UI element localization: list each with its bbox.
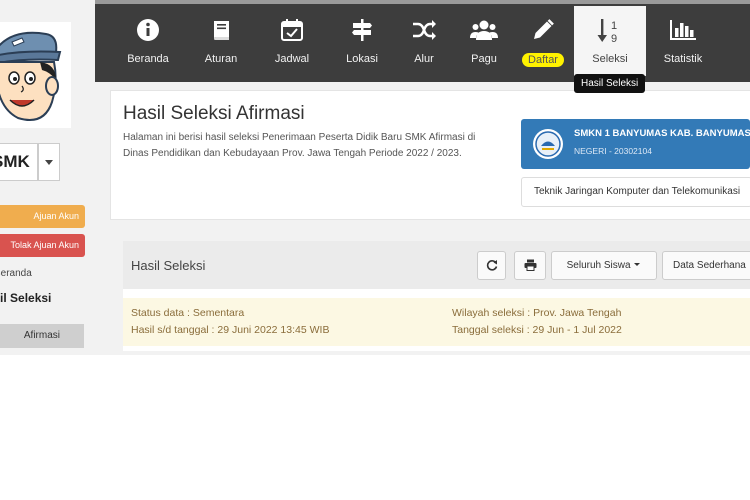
caret-down-icon <box>634 263 641 266</box>
pencil-icon <box>534 19 554 39</box>
data-view-dropdown[interactable]: Data Sederhana <box>662 251 750 280</box>
nav-label-pagu: Pagu <box>471 53 497 65</box>
signpost-icon <box>352 19 372 41</box>
tolak-ajuan-akun-label: Tolak Ajuan Akun <box>10 240 79 250</box>
svg-text:9: 9 <box>611 33 617 44</box>
nav-label-seleksi: Seleksi <box>592 53 628 65</box>
top-navbar: Beranda Aturan Jadwal Lokasi Alur Pagu D… <box>95 0 750 82</box>
program-select[interactable]: Teknik Jaringan Komputer dan Telekomunik… <box>521 177 750 207</box>
nav-label-daftar: Daftar <box>522 53 564 67</box>
nav-item-seleksi[interactable]: 1 9 Seleksi <box>574 6 646 76</box>
nav-label-alur: Alur <box>414 53 434 65</box>
page-title: Hasil Seleksi Afirmasi <box>123 103 305 124</box>
nav-item-statistik[interactable]: Statistik <box>650 6 716 76</box>
status-data: Status data : Sementara <box>131 307 245 319</box>
refresh-icon <box>486 260 497 271</box>
nav-item-aturan[interactable]: Aturan <box>188 6 254 76</box>
tolak-ajuan-akun-button[interactable]: Tolak Ajuan Akun <box>0 234 85 257</box>
print-button[interactable] <box>514 251 546 280</box>
breadcrumb-current-label: Hasil Seleksi <box>0 291 52 305</box>
school-name: SMKN 1 BANYUMAS KAB. BANYUMAS <box>574 128 750 139</box>
sort-numeric-icon: 1 9 <box>597 19 617 44</box>
nav-label-jadwal: Jadwal <box>274 53 310 65</box>
selection-dates: Tanggal seleksi : 29 Jun - 1 Jul 2022 <box>452 324 622 336</box>
nav-item-beranda[interactable]: Beranda <box>115 6 181 76</box>
nav-label-beranda: Beranda <box>127 53 169 65</box>
seleksi-tooltip: Hasil Seleksi <box>574 74 646 93</box>
student-filter-label: Seluruh Siswa <box>566 260 631 271</box>
calendar-check-icon <box>281 19 303 41</box>
nav-label-aturan: Aturan <box>204 53 238 65</box>
sidebar-item-afirmasi-label: Afirmasi <box>23 330 60 341</box>
breadcrumb-home-label: Beranda <box>0 268 32 279</box>
book-icon <box>214 21 229 40</box>
page-description: Halaman ini berisi hasil seleksi Penerim… <box>123 132 476 159</box>
print-icon <box>524 259 536 271</box>
ajuan-akun-label: Ajuan Akun <box>33 211 79 221</box>
nav-item-pagu[interactable]: Pagu <box>451 6 517 76</box>
data-view-label: Data Sederhana <box>673 260 746 271</box>
chevron-down-icon[interactable] <box>38 143 60 181</box>
nav-label-statistik: Statistik <box>663 53 703 65</box>
svg-text:1: 1 <box>611 20 617 32</box>
school-type-select[interactable]: SMK <box>0 143 38 181</box>
result-title: Hasil Seleksi <box>131 258 206 273</box>
selection-region: Wilayah seleksi : Prov. Jawa Tengah <box>452 307 622 319</box>
info-icon <box>137 19 159 41</box>
users-icon <box>470 20 498 40</box>
breadcrumb-home[interactable]: Beranda <box>0 268 90 279</box>
mascot-logo <box>0 22 71 128</box>
breadcrumb-current: Hasil Seleksi <box>0 291 90 305</box>
status-strip <box>123 298 750 346</box>
refresh-button[interactable] <box>477 251 506 280</box>
school-npsn: NEGERI - 20302104 <box>574 146 652 156</box>
nav-item-jadwal[interactable]: Jadwal <box>259 6 325 76</box>
sidebar-item-afirmasi[interactable]: Afirmasi <box>0 324 84 348</box>
nav-label-lokasi: Lokasi <box>346 53 378 65</box>
student-filter-dropdown[interactable]: Seluruh Siswa <box>551 251 657 280</box>
nav-item-alur[interactable]: Alur <box>391 6 457 76</box>
ajuan-akun-button[interactable]: Ajuan Akun <box>0 205 85 228</box>
nav-item-lokasi[interactable]: Lokasi <box>329 6 395 76</box>
tut-wuri-emblem-icon <box>533 129 563 159</box>
results-as-of: Hasil s/d tanggal : 29 Juni 2022 13:45 W… <box>131 324 330 336</box>
shuffle-icon <box>413 20 436 40</box>
nav-item-daftar[interactable]: Daftar <box>510 6 576 76</box>
bar-chart-icon <box>670 20 696 40</box>
